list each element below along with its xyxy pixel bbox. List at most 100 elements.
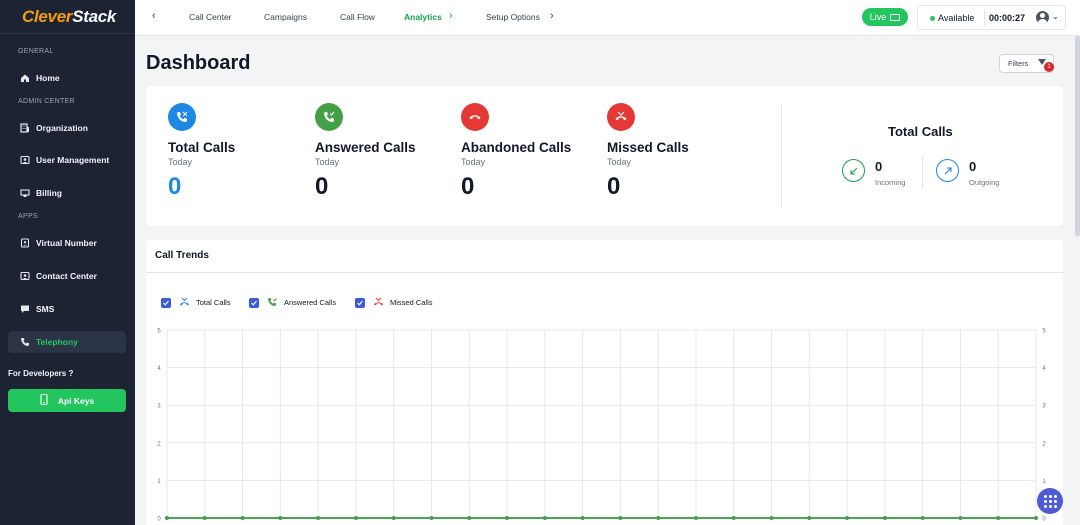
filters-label: Filters (1008, 59, 1029, 68)
checkbox-checked-icon[interactable] (249, 297, 259, 308)
data-point (769, 516, 774, 520)
chat-icon (20, 304, 30, 314)
answered-calls-legend-icon (267, 297, 278, 308)
stat-label: Answered Calls (315, 140, 416, 155)
status-dot (930, 16, 935, 21)
outgoing-arrow-icon (936, 159, 959, 182)
chevron-down-icon[interactable]: ⌄ (1052, 12, 1059, 21)
sidebar-item-user-management[interactable]: User Management (8, 149, 126, 171)
screen-icon (890, 13, 901, 21)
data-point (618, 516, 623, 520)
setup-chevron-icon[interactable]: › (550, 10, 554, 22)
mobile-icon (40, 393, 48, 407)
hangup-icon (461, 103, 489, 131)
brand-logo[interactable]: Clever Stack (0, 0, 135, 34)
stat-value: 0 (461, 173, 475, 200)
developers-label: For Developers ? (8, 369, 74, 378)
tab-call-center[interactable]: Call Center (189, 12, 232, 22)
legend-total-calls[interactable]: Total Calls (161, 297, 231, 308)
back-chevron-icon[interactable]: ‹ (152, 10, 156, 22)
brand-part2: Stack (72, 6, 117, 26)
divider (781, 104, 782, 208)
y-tick-label-left: 2 (157, 441, 161, 447)
data-point (845, 516, 850, 520)
data-point (353, 516, 358, 520)
sidebar-item-home[interactable]: Home (8, 67, 126, 89)
incoming-value: 0 (875, 159, 883, 174)
sidebar-item-billing[interactable]: Billing (8, 182, 126, 204)
tab-analytics[interactable]: Analytics (404, 12, 442, 22)
sidebar-item-sms[interactable]: SMS (8, 298, 126, 320)
stat-sub: Today (168, 157, 193, 167)
total-calls-legend-icon (179, 297, 190, 308)
data-point (996, 516, 1001, 520)
legend-missed-calls[interactable]: Missed Calls (355, 297, 433, 308)
sidebar-item-label: Organization (36, 123, 88, 133)
users-icon (20, 155, 30, 165)
sidebar-item-telephony[interactable]: Telephony (8, 331, 126, 353)
data-point (580, 516, 585, 520)
divider (146, 272, 1063, 273)
stat-abandoned-calls: Abandoned Calls Today 0 (461, 103, 571, 201)
total-calls-title: Total Calls (888, 124, 953, 139)
sidebar-item-contact-center[interactable]: Contact Center (8, 265, 126, 287)
answered-calls-icon (315, 103, 343, 131)
tab-setup-options[interactable]: Setup Options (486, 12, 540, 22)
sidebar-item-label: Home (36, 73, 60, 83)
avatar[interactable] (1036, 11, 1049, 24)
stat-sub: Today (315, 157, 340, 167)
stat-label: Missed Calls (607, 140, 689, 155)
stat-sub: Today (461, 157, 486, 167)
tab-campaigns[interactable]: Campaigns (264, 12, 307, 22)
live-button[interactable]: Live (862, 8, 908, 26)
phone-icon (20, 337, 30, 347)
y-tick-label-right: 2 (1042, 441, 1046, 447)
data-point (731, 516, 736, 520)
billing-icon (20, 188, 30, 198)
agent-status-box[interactable]: Available 00:00:27 ⌄ (917, 5, 1066, 30)
contact-center-icon (20, 271, 30, 281)
data-point (391, 516, 396, 520)
tab-call-flow[interactable]: Call Flow (340, 12, 375, 22)
api-keys-label: Api Keys (57, 395, 95, 406)
data-point (1034, 516, 1038, 520)
data-point (202, 516, 207, 520)
top-navigation: ‹ Call Center Campaigns Call Flow Analyt… (135, 0, 1080, 36)
y-tick-label-left: 1 (157, 479, 161, 485)
y-tick-label-left: 5 (157, 329, 161, 335)
sidebar-item-label: Contact Center (36, 271, 97, 281)
legend-label: Total Calls (196, 298, 231, 307)
sidebar-item-label: User Management (36, 155, 110, 165)
legend-answered-calls[interactable]: Answered Calls (249, 297, 336, 308)
dialpad-button[interactable] (1037, 488, 1063, 514)
missed-calls-legend-icon (373, 297, 384, 308)
sidebar-item-virtual-number[interactable]: Virtual Number (8, 232, 126, 254)
sidebar: Clever Stack GENERAL Home ADMIN CENTER Or… (0, 0, 135, 525)
home-icon (20, 73, 30, 83)
analytics-chevron-icon[interactable]: › (449, 10, 453, 22)
divider (922, 156, 923, 189)
stat-label: Abandoned Calls (461, 140, 572, 155)
scrollbar[interactable] (1075, 36, 1080, 236)
y-tick-label-left: 3 (157, 404, 161, 410)
legend-label: Missed Calls (390, 298, 433, 307)
stat-value: 0 (315, 173, 329, 200)
stat-total-calls: Total Calls Today 0 (168, 103, 235, 201)
data-point (882, 516, 887, 520)
legend-label: Answered Calls (284, 298, 337, 307)
checkbox-checked-icon[interactable] (161, 297, 171, 308)
status-text: Available (938, 13, 975, 23)
call-trends-title: Call Trends (155, 250, 209, 261)
filters-button[interactable]: Filters 1 (999, 54, 1054, 73)
stat-sub: Today (607, 157, 632, 167)
building-icon (20, 123, 30, 133)
call-trends-chart: 0 0 1 1 2 2 3 3 4 4 5 5 (157, 329, 1046, 523)
data-point (278, 516, 283, 520)
checkbox-checked-icon[interactable] (355, 297, 365, 308)
api-keys-button[interactable]: Api Keys (8, 389, 126, 412)
sidebar-item-organization[interactable]: Organization (8, 117, 126, 139)
y-tick-label-right: 4 (1042, 366, 1046, 372)
live-label: Live (869, 12, 887, 22)
stat-answered-calls: Answered Calls Today 0 (315, 103, 416, 201)
total-calls-icon (168, 103, 196, 131)
